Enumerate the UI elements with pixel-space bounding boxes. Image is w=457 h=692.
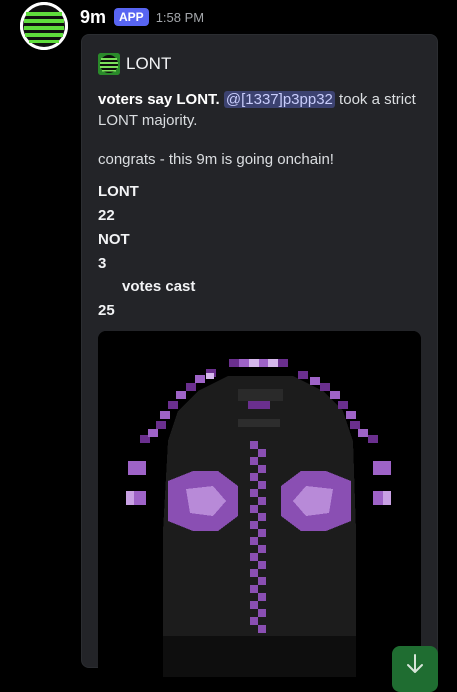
timestamp: 1:58 PM — [155, 9, 205, 25]
desc-bold: voters say LONT. — [98, 91, 220, 108]
app-badge: APP — [114, 8, 149, 26]
field-lont-label: LONT — [98, 183, 139, 200]
embed-author-name: LONT — [126, 54, 172, 73]
embed-description: voters say LONT. @[1337]p3pp32 took a st… — [98, 89, 418, 131]
embed-author: LONT — [98, 53, 171, 75]
arrow-down-icon — [407, 654, 423, 673]
username[interactable]: 9m — [80, 7, 106, 28]
green-stripes-icon — [98, 53, 120, 75]
field-votes-label: votes cast — [122, 278, 196, 295]
embed-image[interactable] — [98, 331, 421, 677]
message-header: 9m APP 1:58 PM — [80, 5, 204, 29]
scroll-down-button[interactable] — [392, 646, 438, 692]
bot-avatar[interactable] — [20, 2, 68, 50]
field-lont-value: 22 — [98, 207, 115, 224]
field-votes-value: 25 — [98, 302, 115, 319]
green-stripes-icon — [20, 2, 68, 50]
field-not-label: NOT — [98, 231, 130, 248]
embed-card: LONT voters say LONT. @[1337]p3pp32 took… — [81, 34, 438, 677]
field-not-value: 3 — [98, 255, 107, 272]
user-mention[interactable]: @[1337]p3pp32 — [223, 91, 335, 108]
congrats-text: congrats - this 9m is going onchain! — [98, 151, 334, 168]
pixel-art-image — [98, 331, 421, 677]
